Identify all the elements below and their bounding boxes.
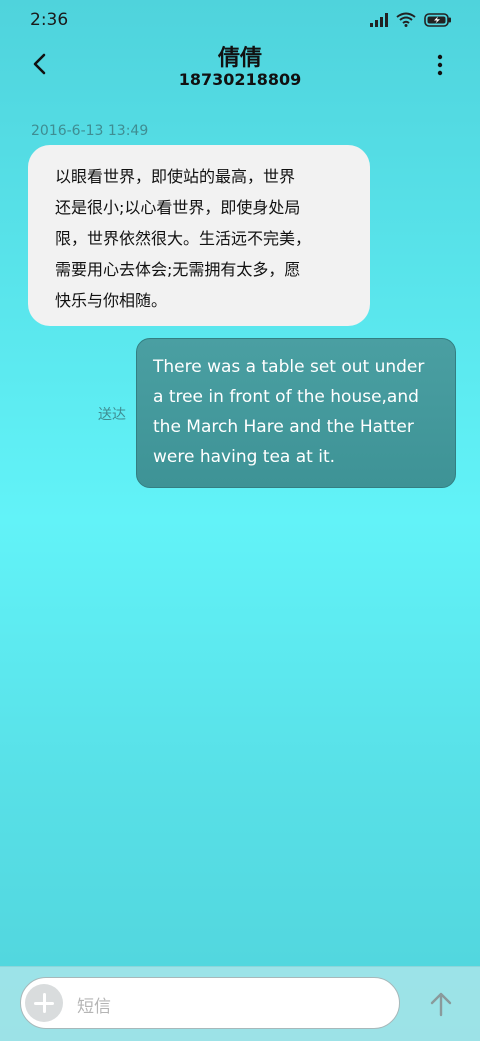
- arrow-up-icon[interactable]: [426, 989, 456, 1019]
- message-line: There was a table set out under: [153, 357, 425, 377]
- message-line: a tree in front of the house,and: [153, 387, 419, 407]
- battery-charging-icon: [424, 12, 451, 27]
- plus-icon[interactable]: [25, 984, 63, 1022]
- status-time: 2:36: [30, 10, 69, 30]
- message-input[interactable]: 短信: [20, 977, 400, 1029]
- delivery-status: 送达: [98, 407, 126, 423]
- message-line: 限，世界依然很大。生活远不完美，: [55, 229, 312, 248]
- wifi-icon: [396, 12, 416, 27]
- message-timestamp: 2016-6-13 13:49: [31, 123, 149, 139]
- signal-icon: [370, 12, 388, 27]
- message-line: 以眼看世界，即使站的最高，世界: [55, 167, 296, 186]
- incoming-message-bubble[interactable]: 以眼看世界，即使站的最高，世界 还是很小;以心看世界，即使身处局 限，世界依然很…: [28, 145, 370, 326]
- message-line: 需要用心去体会;无需拥有太多，愿: [55, 260, 301, 279]
- phone-number: 18730218809: [178, 70, 302, 89]
- message-line: were having tea at it.: [153, 447, 336, 467]
- message-line: the March Hare and the Hatter: [153, 417, 414, 437]
- more-vertical-icon[interactable]: [430, 50, 450, 80]
- contact-name: 倩倩: [217, 46, 262, 71]
- input-placeholder: 短信: [77, 997, 111, 1017]
- message-line: 快乐与你相随。: [55, 291, 168, 310]
- message-line: 还是很小;以心看世界，即使身处局: [55, 198, 301, 217]
- status-icons: [370, 12, 452, 27]
- outgoing-message-bubble[interactable]: There was a table set out under a tree i…: [136, 338, 456, 488]
- composer-bar: 短信: [0, 966, 480, 1041]
- conversation-header: 倩倩 18730218809: [0, 40, 480, 100]
- status-bar: 2:36: [0, 0, 480, 40]
